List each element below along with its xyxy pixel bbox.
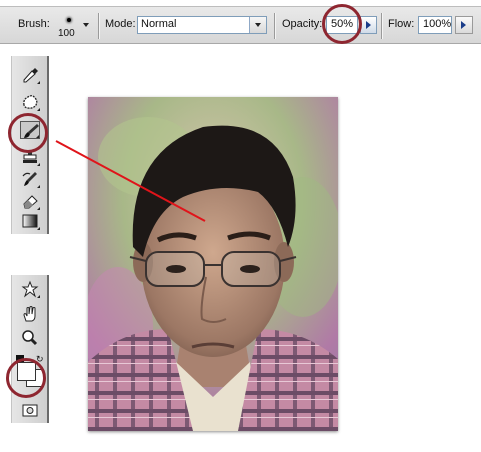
- divider: [98, 13, 100, 39]
- chevron-down-icon: [83, 23, 89, 27]
- opacity-slider-button[interactable]: [360, 16, 377, 34]
- mode-dropdown-button[interactable]: [249, 17, 266, 33]
- tool-options-bar: Brush: 100 Mode: Normal Opacity: 50% Flo…: [0, 6, 481, 44]
- mode-select[interactable]: Normal: [137, 16, 267, 34]
- eyedropper-tool[interactable]: [20, 66, 40, 84]
- highlight-ring-brush: [8, 113, 48, 153]
- highlight-ring-opacity: [322, 4, 362, 44]
- opacity-label: Opacity:: [282, 18, 323, 30]
- flyout-indicator: [37, 227, 40, 230]
- history-brush-tool[interactable]: [20, 170, 40, 188]
- divider: [381, 13, 383, 39]
- brush-label: Brush:: [18, 18, 50, 30]
- chevron-right-icon: [366, 21, 371, 29]
- chevron-down-icon: [255, 23, 261, 27]
- flow-label: Flow:: [388, 18, 415, 30]
- flyout-indicator: [37, 163, 40, 166]
- hand-tool[interactable]: [20, 305, 40, 323]
- brush-size-value: 100: [58, 28, 75, 39]
- zoom-icon: [22, 330, 38, 346]
- flyout-indicator: [37, 207, 40, 210]
- flow-value: 100%: [423, 18, 452, 30]
- mode-value: Normal: [141, 18, 177, 30]
- quick-mask-icon: [22, 404, 38, 417]
- flyout-indicator: [37, 295, 40, 298]
- hand-icon: [23, 306, 36, 322]
- mode-label: Mode:: [105, 18, 136, 30]
- flyout-indicator: [37, 81, 40, 84]
- brush-preset-picker[interactable]: 100: [54, 11, 92, 41]
- brush-tip-icon: [67, 18, 71, 22]
- flow-slider-button[interactable]: [455, 16, 473, 34]
- patch-tool[interactable]: [20, 93, 40, 111]
- quick-mask-tool[interactable]: [20, 402, 40, 420]
- gradient-tool[interactable]: [20, 212, 40, 230]
- highlight-ring-colors: [6, 358, 46, 398]
- portrait-photo: [88, 97, 338, 431]
- eraser-tool[interactable]: [20, 192, 40, 210]
- divider: [274, 13, 276, 39]
- custom-shape-tool[interactable]: [20, 280, 40, 298]
- document-image: [88, 97, 338, 431]
- zoom-tool[interactable]: [20, 329, 40, 347]
- flyout-indicator: [37, 185, 40, 188]
- toolbox-bottom: ↻: [11, 275, 49, 423]
- flyout-indicator: [37, 108, 40, 111]
- chevron-right-icon: [461, 21, 466, 29]
- flow-field[interactable]: 100%: [418, 16, 452, 34]
